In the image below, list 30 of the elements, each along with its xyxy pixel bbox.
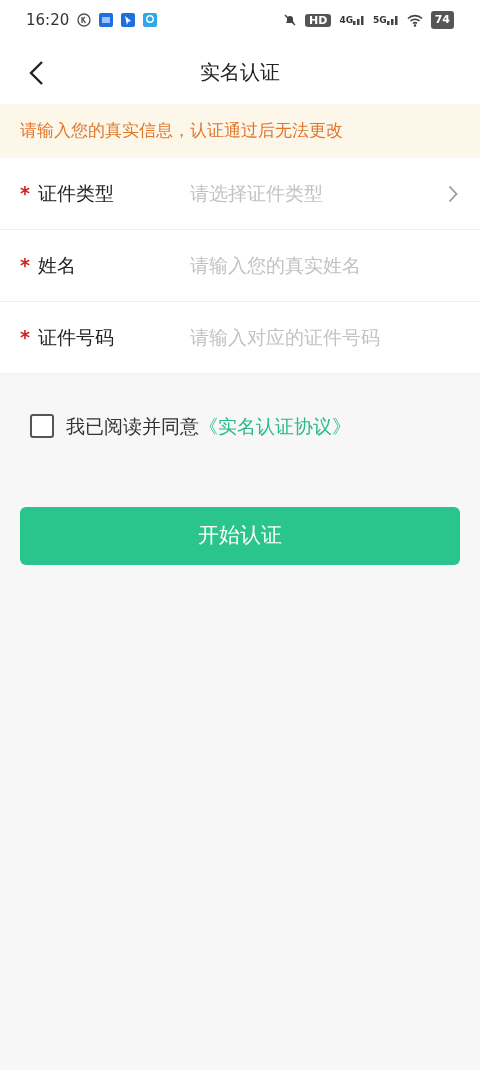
app-icon — [143, 13, 158, 27]
field-label: 姓名 — [38, 253, 77, 279]
required-mark: * — [20, 325, 31, 351]
back-button[interactable] — [28, 60, 44, 86]
bell-muted-icon — [283, 13, 298, 27]
agreement-text: 我已阅读并同意 — [66, 414, 199, 439]
select-field[interactable]: 请选择证件类型 — [190, 179, 448, 208]
input-field[interactable]: 请输入您的真实姓名 — [190, 251, 458, 280]
network-label: 4G — [339, 16, 354, 25]
wifi-icon — [406, 13, 423, 27]
signal-icon — [353, 15, 366, 25]
start-verification-button[interactable]: 开始认证 — [20, 506, 460, 565]
hd-indicator: HD — [305, 13, 332, 27]
app-icon — [121, 13, 136, 27]
chevron-right-icon — [448, 184, 458, 203]
agreement-link[interactable]: 《实名认证协议》 — [199, 412, 351, 441]
status-time: 16:20 — [26, 9, 70, 31]
agree-checkbox[interactable] — [30, 414, 54, 439]
input-field[interactable]: 请输入对应的证件号码 — [190, 323, 458, 352]
required-mark: * — [20, 253, 31, 279]
signal-icon — [386, 15, 399, 25]
network-label: 5G — [373, 16, 387, 25]
required-mark: * — [20, 181, 31, 207]
battery-indicator: 74 — [430, 10, 454, 30]
app-icon — [99, 13, 114, 27]
field-label: 证件类型 — [38, 181, 115, 207]
field-label: 证件号码 — [38, 325, 115, 351]
notice-text: 请输入您的真实信息，认证通过后无法更改 — [20, 119, 343, 143]
page-title: 实名认证 — [200, 59, 280, 86]
k-circle-icon — [77, 13, 92, 27]
